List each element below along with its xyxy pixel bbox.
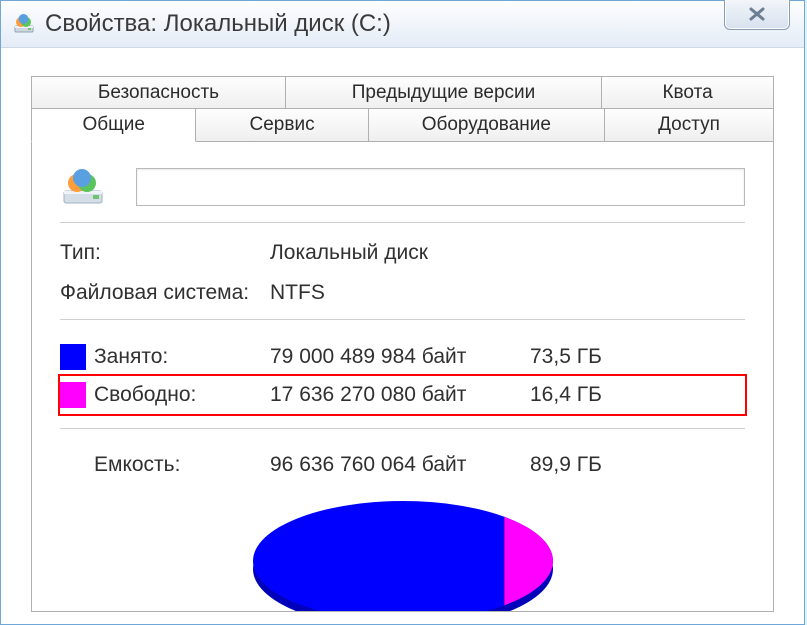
close-button[interactable] <box>724 0 790 30</box>
separator <box>60 319 745 320</box>
capacity-bytes: 96 636 760 064 байт <box>270 453 530 477</box>
tab-strip: Безопасность Предыдущие версии Квота Общ… <box>31 76 774 142</box>
tab-previous-versions[interactable]: Предыдущие версии <box>286 76 602 109</box>
type-value: Локальный диск <box>270 241 745 265</box>
tab-general[interactable]: Общие <box>31 108 196 142</box>
used-color-swatch <box>60 344 86 370</box>
info-grid: Тип: Локальный диск Файловая система: NT… <box>60 241 745 305</box>
usage-chart <box>60 501 745 612</box>
free-color-swatch <box>60 382 86 408</box>
tab-hardware[interactable]: Оборудование <box>369 108 605 142</box>
tab-security[interactable]: Безопасность <box>31 76 286 109</box>
filesystem-value: NTFS <box>270 281 745 305</box>
type-label: Тип: <box>60 241 270 265</box>
pie-chart-icon <box>253 501 553 612</box>
tab-tools[interactable]: Сервис <box>196 108 368 142</box>
used-bytes: 79 000 489 984 байт <box>270 345 530 369</box>
drive-icon <box>13 13 35 35</box>
titlebar[interactable]: Свойства: Локальный диск (C:) <box>1 1 804 48</box>
tab-sharing[interactable]: Доступ <box>605 108 774 142</box>
tab-quota[interactable]: Квота <box>602 76 774 109</box>
tab-page-general: Тип: Локальный диск Файловая система: NT… <box>31 142 774 612</box>
capacity-row: Емкость: 96 636 760 064 байт 89,9 ГБ <box>60 447 745 483</box>
used-human: 73,5 ГБ <box>530 345 630 369</box>
usage-section: Занято: 79 000 489 984 байт 73,5 ГБ Своб… <box>60 338 745 414</box>
close-icon <box>747 7 767 21</box>
capacity-human: 89,9 ГБ <box>530 453 630 477</box>
used-space-row: Занято: 79 000 489 984 байт 73,5 ГБ <box>60 338 745 376</box>
volume-label-input[interactable] <box>136 168 745 206</box>
filesystem-label: Файловая система: <box>60 281 270 305</box>
free-human: 16,4 ГБ <box>530 383 630 407</box>
free-space-row: Свободно: 17 636 270 080 байт 16,4 ГБ <box>60 376 745 414</box>
separator <box>60 428 745 429</box>
used-label: Занято: <box>94 345 270 369</box>
properties-window: Свойства: Локальный диск (C:) Безопаснос… <box>0 0 805 625</box>
client-area: Безопасность Предыдущие версии Квота Общ… <box>1 48 804 612</box>
free-bytes: 17 636 270 080 байт <box>270 383 530 407</box>
separator <box>60 222 745 223</box>
capacity-label: Емкость: <box>94 453 270 477</box>
window-title: Свойства: Локальный диск (C:) <box>45 10 391 38</box>
free-label: Свободно: <box>94 383 270 407</box>
drive-large-icon <box>60 169 106 205</box>
